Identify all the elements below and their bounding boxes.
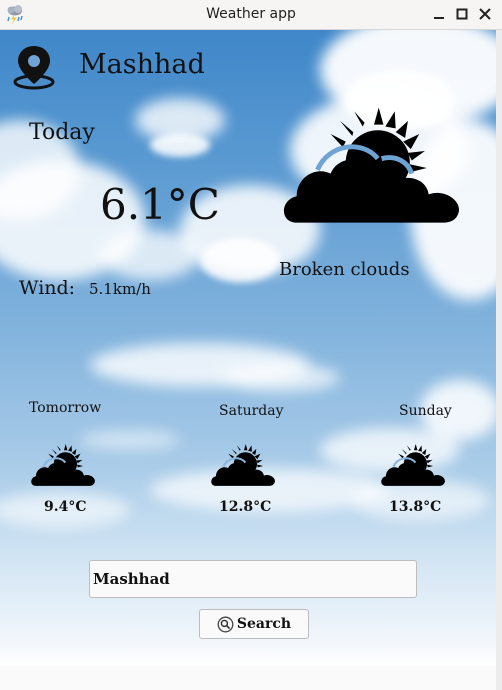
location-pin-icon (12, 44, 56, 90)
weather-app-window: Weather app Mashhad Today 6.1°C Broken c… (0, 0, 502, 690)
weather-panel: Mashhad Today 6.1°C Broken clouds Wind: … (0, 30, 496, 666)
weather-condition: Broken clouds (279, 259, 410, 280)
today-label: Today (29, 120, 95, 145)
forecast-day-sunday: Sunday (399, 403, 452, 419)
minimize-icon[interactable] (430, 5, 448, 23)
close-icon[interactable] (476, 5, 494, 23)
forecast-temp-sunday: 13.8°C (389, 499, 442, 515)
city-name: Mashhad (79, 49, 205, 80)
search-button[interactable]: Search (199, 609, 309, 639)
wind-label: Wind: (19, 277, 76, 299)
search-icon (217, 616, 234, 633)
broken-clouds-icon (28, 442, 100, 490)
wind-speed: 5.1km/h (89, 280, 151, 298)
forecast-day-tomorrow: Tomorrow (29, 400, 102, 416)
forecast-day-saturday: Saturday (219, 403, 284, 419)
search-button-label: Search (236, 616, 292, 632)
broken-clouds-icon (208, 442, 280, 490)
current-temperature: 6.1°C (100, 180, 220, 229)
maximize-icon[interactable] (453, 5, 471, 23)
broken-clouds-icon (278, 102, 470, 234)
forecast-temp-saturday: 12.8°C (219, 499, 272, 515)
window-title: Weather app (206, 6, 296, 22)
window-bottom-area (0, 666, 496, 690)
forecast-temp-tomorrow: 9.4°C (44, 499, 87, 515)
title-bar: Weather app (0, 0, 502, 30)
broken-clouds-icon (378, 442, 450, 490)
city-search-input[interactable] (89, 560, 417, 598)
window-right-edge (496, 30, 502, 690)
